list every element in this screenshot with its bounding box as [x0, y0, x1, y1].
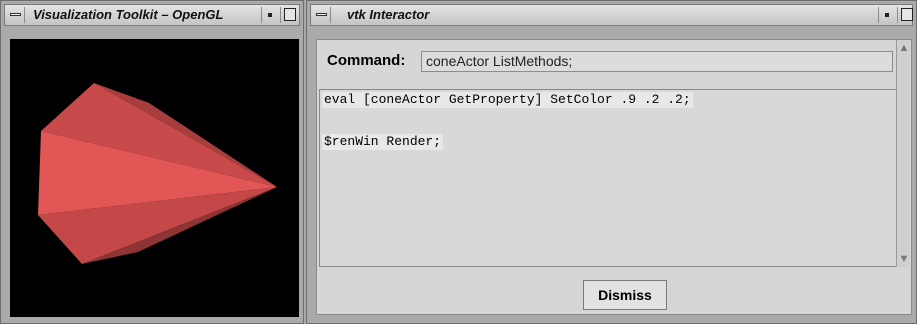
output-line: $renWin Render; — [322, 134, 444, 150]
output-line: eval [coneActor GetProperty] SetColor .9… — [322, 92, 693, 108]
window-menu-icon[interactable] — [7, 7, 25, 23]
output-text-area[interactable]: eval [coneActor GetProperty] SetColor .9… — [319, 89, 902, 267]
cone-render — [38, 83, 277, 264]
minimize-icon[interactable] — [261, 7, 279, 23]
vertical-scrollbar[interactable]: ▲ ▼ — [896, 40, 910, 267]
command-label: Command: — [327, 52, 406, 69]
maximize-icon[interactable] — [280, 7, 298, 23]
interactor-window-title: vtk Interactor — [347, 7, 430, 22]
interactor-panel: Command: coneActor ListMethods; eval [co… — [316, 39, 912, 315]
maximize-icon[interactable] — [897, 7, 915, 23]
interactor-window: vtk Interactor Command: coneActor ListMe… — [306, 0, 917, 324]
render-window-title: Visualization Toolkit – OpenGL — [33, 7, 224, 22]
render-window-titlebar[interactable]: Visualization Toolkit – OpenGL — [4, 4, 300, 26]
scroll-down-icon[interactable]: ▼ — [898, 252, 910, 266]
window-menu-icon[interactable] — [313, 7, 331, 23]
scroll-up-icon[interactable]: ▲ — [898, 41, 910, 55]
render-window: Visualization Toolkit – OpenGL — [0, 0, 304, 324]
interactor-window-titlebar[interactable]: vtk Interactor — [310, 4, 913, 26]
render-viewport[interactable] — [10, 39, 299, 317]
minimize-icon[interactable] — [878, 7, 896, 23]
command-input[interactable]: coneActor ListMethods; — [421, 51, 893, 72]
dismiss-button[interactable]: Dismiss — [583, 280, 667, 310]
